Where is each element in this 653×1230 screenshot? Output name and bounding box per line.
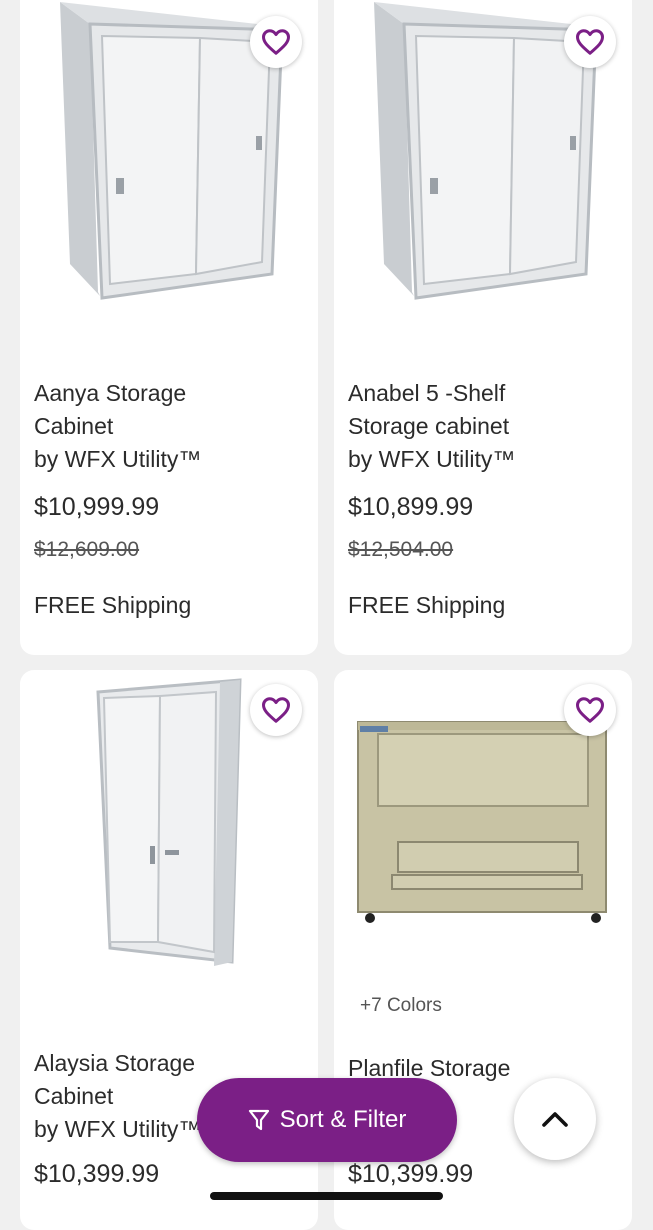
- back-to-top-button[interactable]: [514, 1078, 596, 1160]
- product-title[interactable]: Anabel 5 -Shelf Storage cabinet by WFX U…: [348, 377, 618, 476]
- sort-filter-button[interactable]: Sort & Filter: [197, 1078, 457, 1162]
- heart-outline-icon: [576, 29, 604, 55]
- favorite-button[interactable]: [564, 16, 616, 68]
- product-brand: by WFX Utility™: [34, 446, 202, 472]
- product-title-line: Cabinet: [34, 413, 114, 439]
- color-options-count: +7 Colors: [360, 995, 442, 1016]
- product-title-line: Storage cabinet: [348, 413, 510, 439]
- filter-funnel-icon: [248, 1109, 269, 1131]
- product-was-price: $12,609.00: [34, 538, 140, 561]
- product-brand: by WFX Utility™: [348, 446, 516, 472]
- chevron-up-icon: [542, 1112, 568, 1127]
- product-price: $10,999.99: [34, 493, 160, 521]
- favorite-button[interactable]: [250, 16, 302, 68]
- product-price: $10,399.99: [34, 1160, 160, 1188]
- product-price: $10,399.99: [348, 1160, 474, 1188]
- product-card[interactable]: Aanya Storage Cabinet by WFX Utility™ $1…: [20, 0, 318, 655]
- product-price: $10,899.99: [348, 493, 474, 521]
- home-indicator: [210, 1192, 443, 1200]
- favorite-button[interactable]: [250, 684, 302, 736]
- heart-outline-icon: [262, 697, 290, 723]
- product-was-price: $12,504.00: [348, 538, 454, 561]
- sort-filter-label: Sort & Filter: [279, 1106, 407, 1133]
- product-title-line: Aanya Storage: [34, 380, 187, 406]
- product-title-line: Alaysia Storage: [34, 1050, 196, 1076]
- shipping-label: FREE Shipping: [34, 592, 192, 618]
- favorite-button[interactable]: [564, 684, 616, 736]
- heart-outline-icon: [262, 29, 290, 55]
- product-card[interactable]: Anabel 5 -Shelf Storage cabinet by WFX U…: [334, 0, 632, 655]
- heart-outline-icon: [576, 697, 604, 723]
- product-title-line: Anabel 5 -Shelf: [348, 380, 506, 406]
- shipping-label: FREE Shipping: [348, 592, 506, 618]
- product-title[interactable]: Aanya Storage Cabinet by WFX Utility™: [34, 377, 304, 476]
